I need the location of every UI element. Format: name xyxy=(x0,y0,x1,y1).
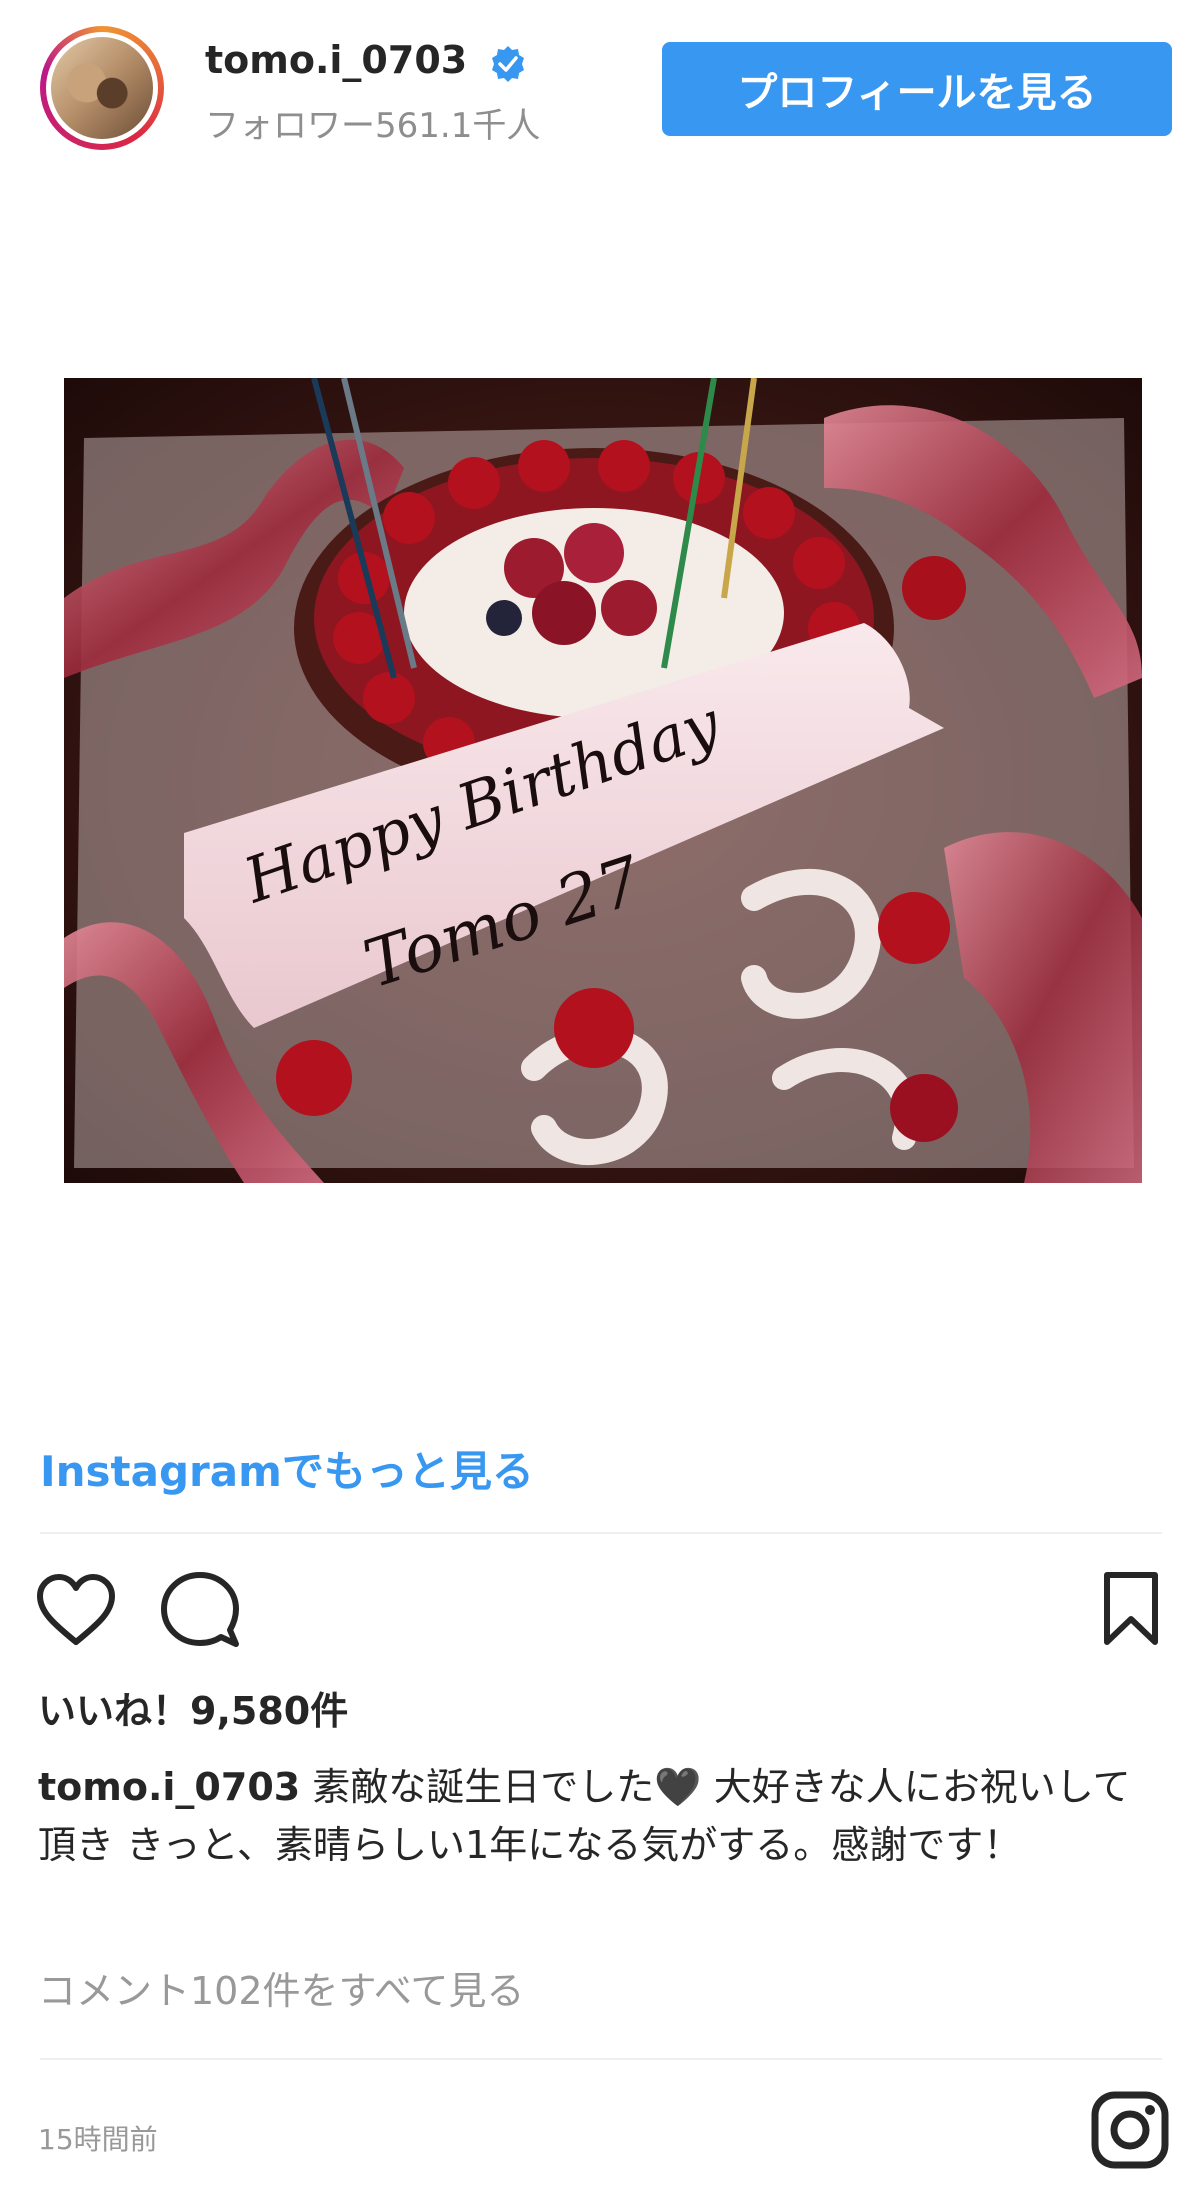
verified-icon xyxy=(492,46,524,82)
view-more-on-instagram-link[interactable]: Instagramでもっと見る xyxy=(40,1438,534,1499)
heart-icon[interactable] xyxy=(34,1572,118,1648)
follower-count: フォロワー561.1千人 xyxy=(205,106,541,146)
caption-username[interactable]: tomo.i_0703 xyxy=(38,1765,300,1809)
post-photo[interactable]: Happy Birthday Tomo 27 xyxy=(64,378,1142,1183)
avatar-image xyxy=(51,37,153,139)
post-caption: tomo.i_0703 素敵な誕生日でした🖤 大好きな人にお祝いして頂き きっと… xyxy=(38,1758,1158,1874)
avatar[interactable] xyxy=(40,26,164,150)
divider xyxy=(40,2058,1162,2060)
avatar-frame xyxy=(46,32,158,144)
view-all-comments-link[interactable]: コメント102件をすべて見る xyxy=(38,1960,524,2015)
post-timestamp: 15時間前 xyxy=(38,2123,158,2156)
divider xyxy=(40,1532,1162,1534)
post-media: Happy Birthday Tomo 27 xyxy=(0,175,1200,1405)
view-profile-button[interactable]: プロフィールを見る xyxy=(662,42,1172,136)
like-count[interactable]: いいね！9,580件 xyxy=(38,1680,348,1735)
instagram-logo-icon[interactable] xyxy=(1090,2090,1170,2170)
caption-text-part1: 素敵な誕生日でした xyxy=(300,1765,655,1809)
cake-photo-illustration: Happy Birthday Tomo 27 xyxy=(64,378,1142,1183)
bookmark-icon[interactable] xyxy=(1102,1570,1160,1648)
comment-icon[interactable] xyxy=(160,1570,240,1650)
username[interactable]: tomo.i_0703 xyxy=(205,38,467,82)
black-heart-emoji: 🖤 xyxy=(654,1765,702,1809)
post-header: tomo.i_0703 フォロワー561.1千人 プロフィールを見る xyxy=(0,0,1200,175)
